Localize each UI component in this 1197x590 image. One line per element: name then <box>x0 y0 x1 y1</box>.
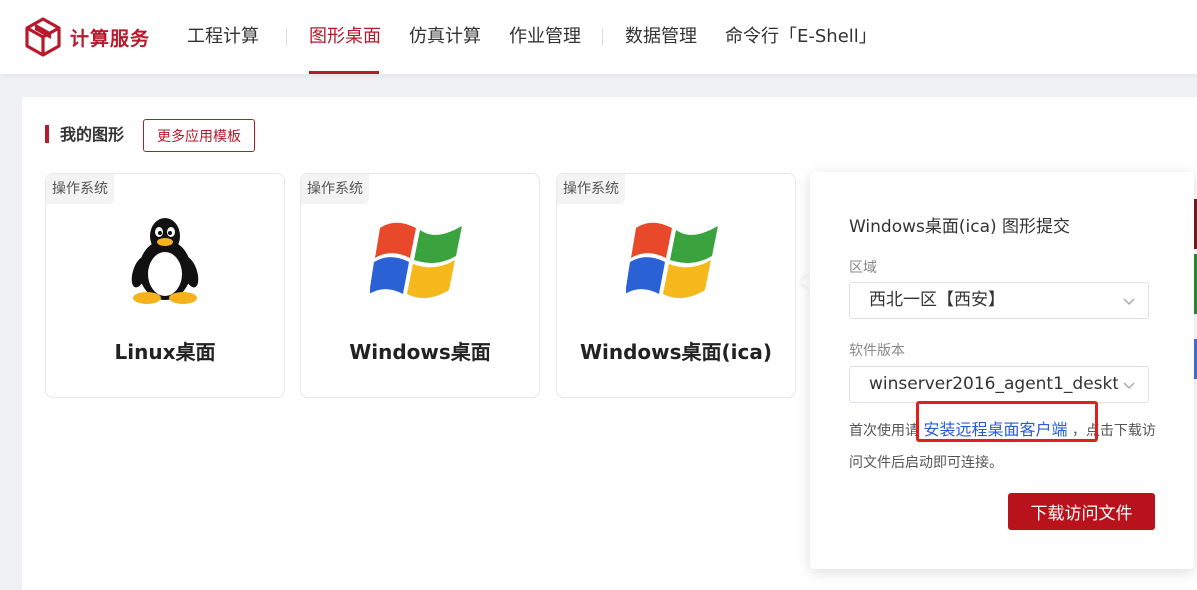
brand-logo[interactable]: 计算服务 <box>24 17 150 57</box>
software-version-select[interactable]: winserver2016_agent1_desktop <box>849 366 1149 403</box>
software-version-select-value: winserver2016_agent1_desktop <box>869 374 1118 394</box>
chevron-down-icon <box>1123 382 1135 390</box>
nav-item-command-line[interactable]: 命令行「E-Shell」 <box>725 24 877 50</box>
first-use-hint: 首次使用请 安装远程桌面客户端 ，点击下载访问文件后启动即可连接。 <box>849 414 1159 479</box>
section-marker <box>45 125 49 143</box>
nav-item-job-management[interactable]: 作业管理 <box>509 24 581 50</box>
software-version-label: 软件版本 <box>849 343 905 359</box>
region-select-value: 西北一区【西安】 <box>869 290 1005 310</box>
nav-divider <box>286 28 287 46</box>
chevron-down-icon <box>1123 298 1135 306</box>
cube-logo-icon <box>25 17 61 57</box>
region-select[interactable]: 西北一区【西安】 <box>849 282 1149 319</box>
linux-penguin-icon <box>131 218 199 304</box>
card-title: Linux桌面 <box>114 340 216 364</box>
install-client-link[interactable]: 安装远程桌面客户端 <box>923 420 1067 439</box>
active-tab-indicator <box>309 71 379 74</box>
popover-title: Windows桌面(ica) 图形提交 <box>849 217 1071 237</box>
hint-prefix: 首次使用请 <box>849 423 919 439</box>
card-title: Windows桌面(ica) <box>579 340 773 364</box>
windows-logo-icon <box>626 222 718 299</box>
windows-logo-icon <box>370 222 462 299</box>
top-navigation-bar: 计算服务 工程计算 图形桌面 仿真计算 作业管理 数据管理 命令行「E-Shel… <box>0 0 1197 74</box>
nav-item-simulation-compute[interactable]: 仿真计算 <box>409 24 481 50</box>
card-title: Windows桌面 <box>349 340 491 364</box>
section-title: 我的图形 <box>60 125 125 144</box>
nav-item-graphic-desktop[interactable]: 图形桌面 <box>309 24 381 50</box>
nav-item-engineering-compute[interactable]: 工程计算 <box>187 24 259 50</box>
download-access-file-button[interactable]: 下载访问文件 <box>1008 493 1155 530</box>
card-category-tag: 操作系统 <box>301 174 369 204</box>
nav-item-data-management[interactable]: 数据管理 <box>625 24 697 50</box>
app-card-windows-desktop-ica[interactable]: 操作系统 Windows桌面(ica) <box>556 173 796 398</box>
app-card-linux-desktop[interactable]: 操作系统 Linux桌面 <box>45 173 285 398</box>
region-label: 区域 <box>849 260 877 276</box>
more-app-templates-button[interactable]: 更多应用模板 <box>143 119 255 152</box>
card-category-tag: 操作系统 <box>46 174 114 204</box>
app-card-windows-desktop[interactable]: 操作系统 Windows桌面 <box>300 173 540 398</box>
brand-name: 计算服务 <box>70 27 151 50</box>
card-category-tag: 操作系统 <box>557 174 625 204</box>
nav-divider <box>602 28 603 46</box>
